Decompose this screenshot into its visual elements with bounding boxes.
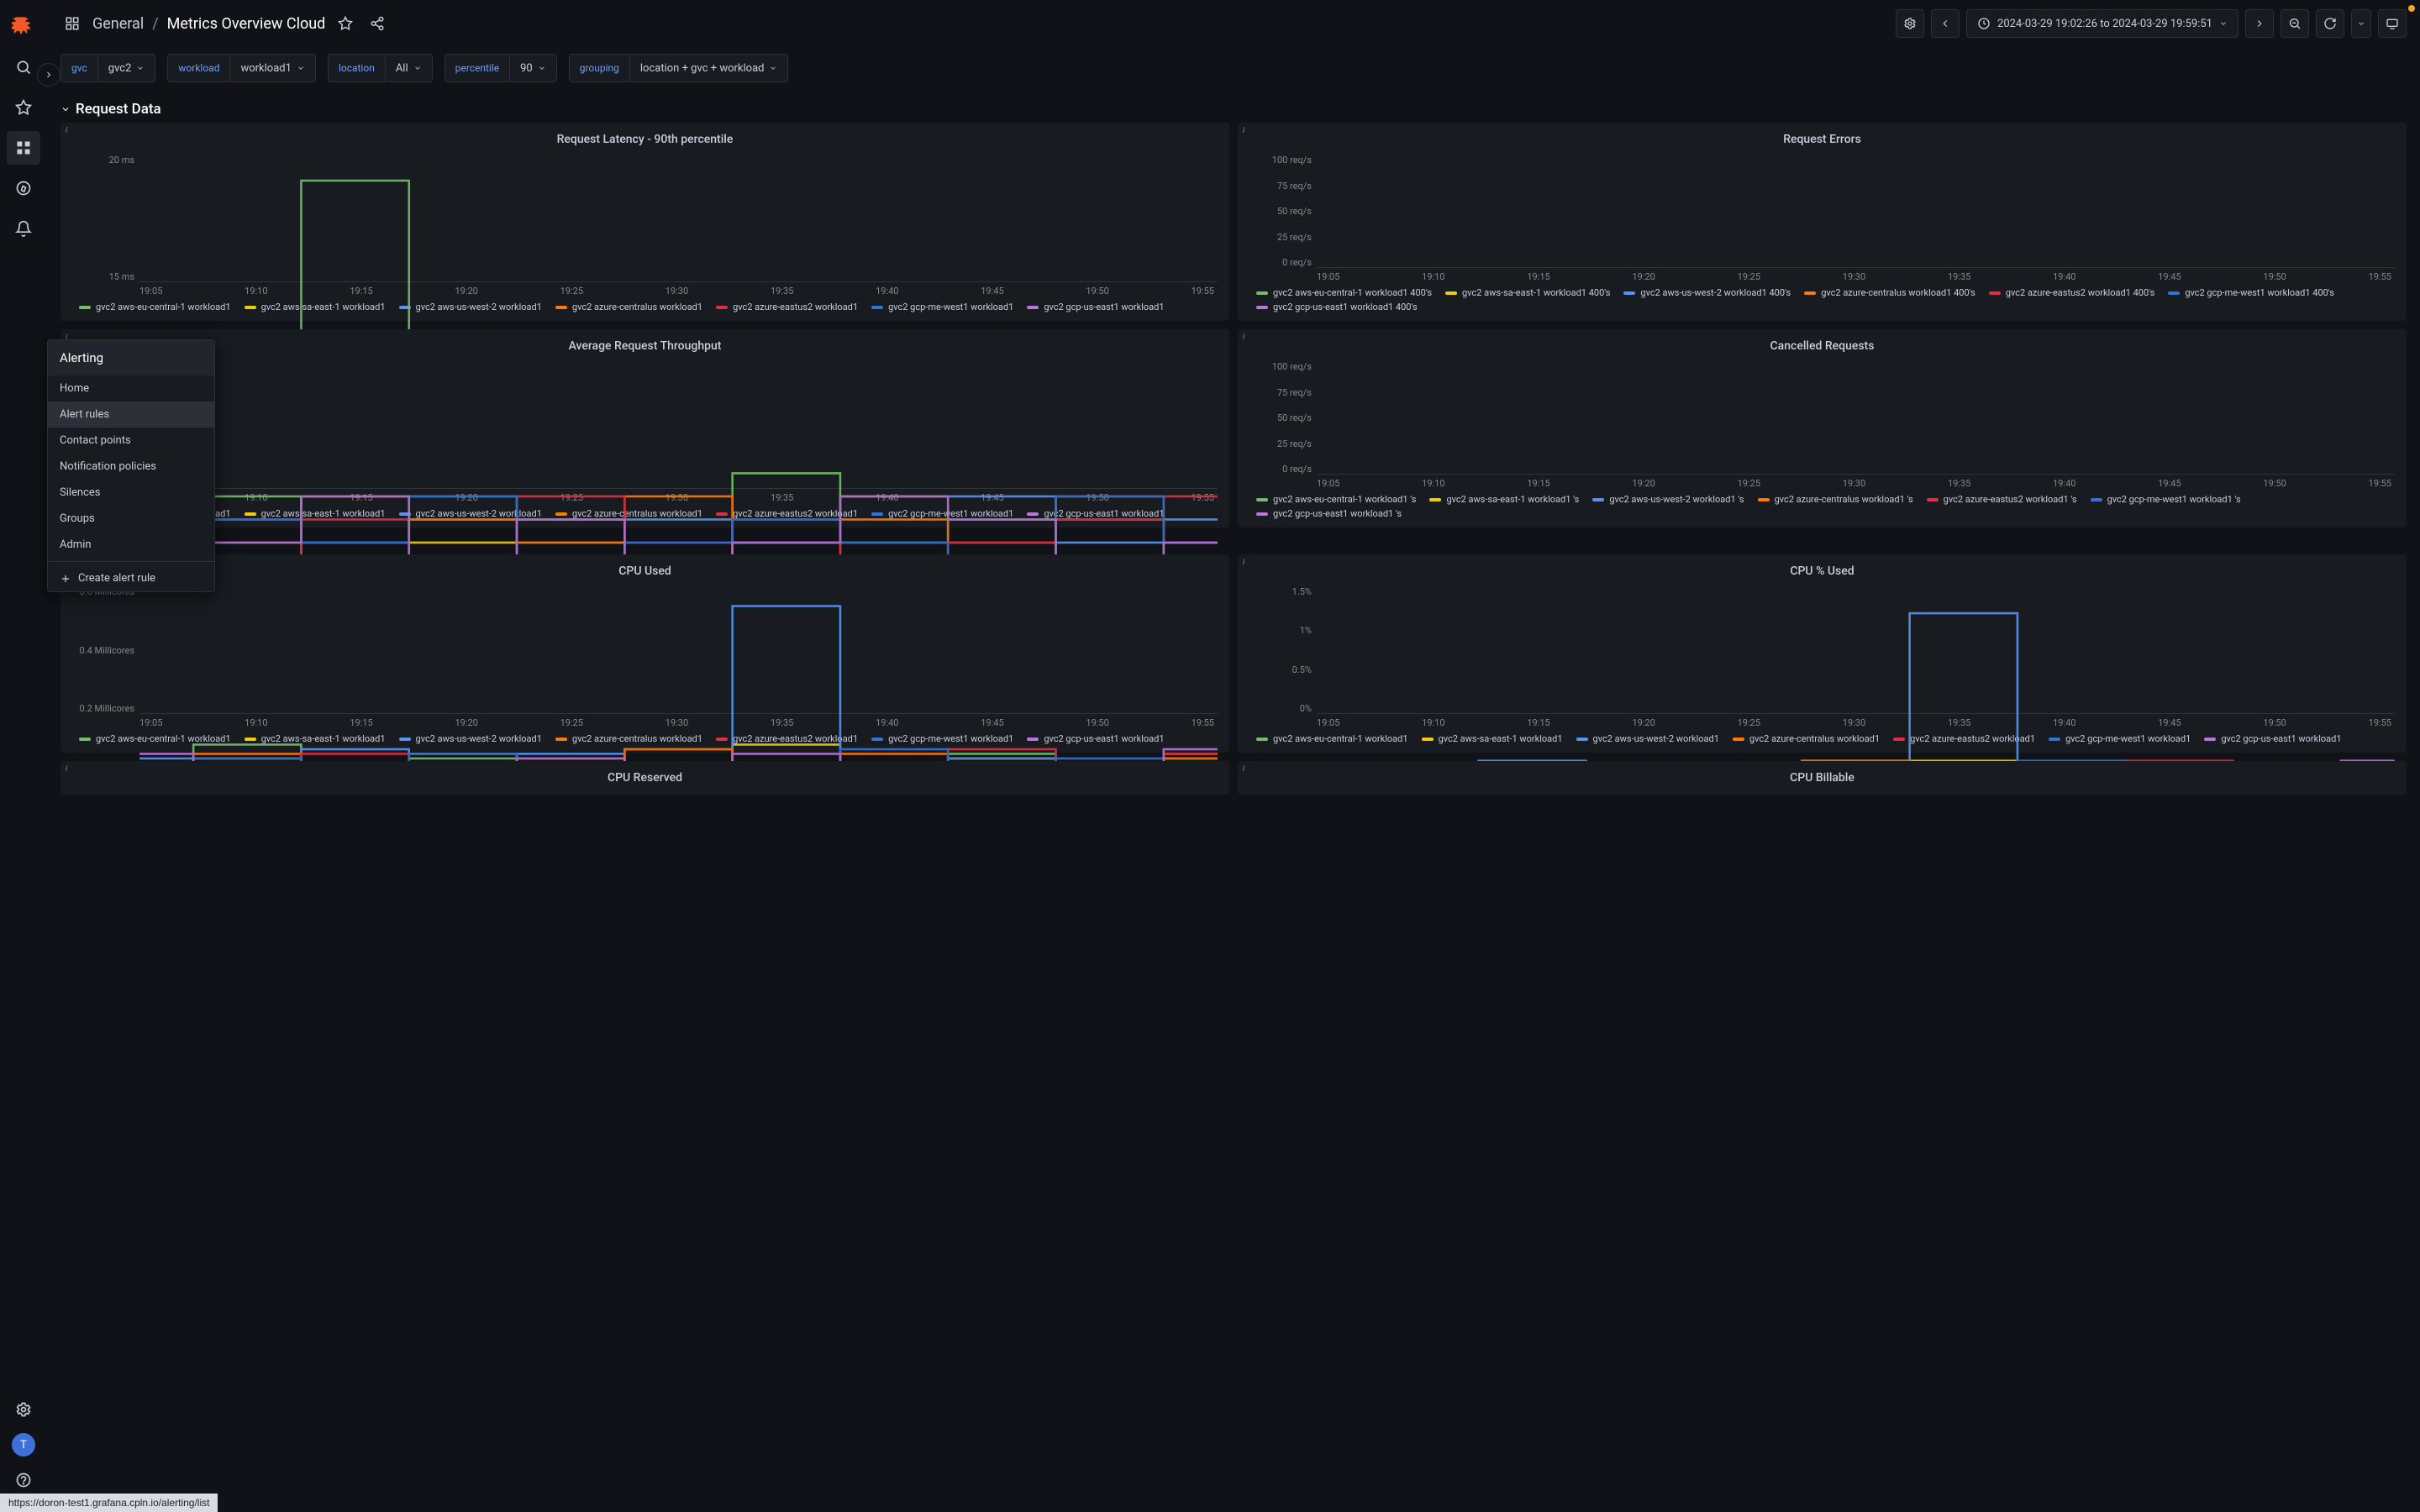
panel-errors[interactable]: i Request Errors100 req/s75 req/s50 req/s… [1238, 123, 2407, 321]
var-workload: workloadworkload1 [167, 54, 316, 82]
panel-title: CPU Reserved [72, 769, 1218, 790]
alerting-item-silences[interactable]: Silences [48, 480, 214, 506]
panel-title: Cancelled Requests [1249, 338, 2395, 358]
panel-cancelled[interactable]: i Cancelled Requests100 req/s75 req/s50 r… [1238, 329, 2407, 528]
tv-mode-button[interactable] [2378, 9, 2407, 38]
y-axis: 100 req/s75 req/s50 req/s25 req/s0 req/s [1249, 358, 1317, 475]
chart-plot[interactable] [1317, 151, 2395, 268]
chart-plot[interactable] [139, 583, 1218, 714]
y-axis: 1.5%1%0.5%0% [1249, 583, 1317, 714]
panel-info-icon[interactable]: i [66, 764, 67, 774]
topbar: General / Metrics Overview Cloud 2024-03… [47, 0, 2420, 47]
y-axis: 0.6 Millicores0.4 Millicores0.2 Millicor… [72, 583, 139, 714]
browser-status-bar: https://doron-test1.grafana.cpln.io/aler… [0, 1494, 218, 1512]
chevron-down-icon [60, 104, 71, 114]
panel-cpu-reserved[interactable]: i CPU Reserved [60, 761, 1229, 795]
panel-cpu-billable[interactable]: i CPU Billable [1238, 761, 2407, 795]
alerting-item-notification-policies[interactable]: Notification policies [48, 454, 214, 480]
alerting-item-alert-rules[interactable]: Alert rules [48, 402, 214, 428]
zoom-out-button[interactable] [2281, 9, 2309, 38]
settings-button[interactable] [1896, 9, 1924, 38]
chart-plot[interactable] [139, 151, 1218, 282]
nav-help[interactable] [7, 1463, 40, 1497]
alerting-create-rule[interactable]: Create alert rule [48, 565, 214, 591]
timerange-prev[interactable] [1931, 9, 1960, 38]
share-button[interactable] [366, 12, 389, 35]
panel-info-icon[interactable]: i [1243, 333, 1244, 342]
alerting-item-home[interactable]: Home [48, 375, 214, 402]
panel-title: Average Request Throughput [72, 338, 1218, 358]
clock-icon [1977, 17, 1991, 30]
breadcrumb-folder[interactable]: General [92, 15, 144, 33]
variables-row: gvcgvc2 workloadworkload1 locationAll pe… [47, 47, 2420, 89]
y-axis: 20 ms15 ms [72, 151, 139, 282]
panel-info-icon[interactable]: i [1243, 764, 1244, 774]
timerange-next[interactable] [2245, 9, 2274, 38]
alerting-flyout-header[interactable]: Alerting [48, 340, 214, 375]
panel-info-icon[interactable]: i [1243, 126, 1244, 135]
nav-explore[interactable] [7, 171, 40, 205]
breadcrumb-sep: / [152, 15, 158, 33]
panel-latency[interactable]: i Request Latency - 90th percentile20 ms1… [60, 123, 1229, 321]
nav-settings[interactable] [7, 1393, 40, 1426]
dashboard-body: Request Data i Request Latency - 90th per… [47, 89, 2420, 1512]
panel-title: CPU Billable [1249, 769, 2395, 790]
refresh-interval-dropdown[interactable] [2351, 9, 2371, 38]
nav-alerting[interactable] [7, 212, 40, 245]
panel-info-icon[interactable]: i [66, 126, 67, 135]
chart-plot[interactable] [1317, 583, 2395, 714]
row-request-data[interactable]: Request Data [60, 96, 2407, 123]
alerting-item-contact-points[interactable]: Contact points [48, 428, 214, 454]
plus-icon [60, 573, 71, 585]
timerange-text: 2024-03-29 19:02:26 to 2024-03-29 19:59:… [1997, 18, 2212, 30]
panel-title: CPU Used [72, 563, 1218, 583]
y-axis: 100 req/s75 req/s50 req/s25 req/s0 req/s [1249, 151, 1317, 268]
chart-plot[interactable] [1317, 358, 2395, 475]
dashboards-icon[interactable] [60, 12, 84, 35]
panel-cpu-pct[interactable]: iCPU % Used1.5%1%0.5%0%19:0519:1019:1519… [1238, 554, 2407, 753]
var-percentile: percentile90 [445, 54, 557, 82]
nav-dashboards[interactable] [7, 131, 40, 165]
alerting-item-groups[interactable]: Groups [48, 506, 214, 532]
var-gvc: gvcgvc2 [60, 54, 155, 82]
panel-throughput[interactable]: iAverage Request Throughput0.2 req/s19:0… [60, 329, 1229, 528]
breadcrumb-title[interactable]: Metrics Overview Cloud [167, 15, 326, 33]
panel-cpu-used[interactable]: iCPU Used0.6 Millicores0.4 Millicores0.2… [60, 554, 1229, 753]
nav-avatar[interactable]: T [12, 1433, 35, 1457]
refresh-button[interactable] [2316, 9, 2344, 38]
alerting-flyout: Alerting HomeAlert rulesContact pointsNo… [47, 339, 215, 592]
star-button[interactable] [334, 12, 357, 35]
var-grouping: groupinglocation + gvc + workload [569, 54, 789, 82]
var-location: locationAll [328, 54, 433, 82]
timerange-picker[interactable]: 2024-03-29 19:02:26 to 2024-03-29 19:59:… [1966, 9, 2238, 38]
grafana-logo[interactable] [7, 10, 40, 44]
nav-sidebar: T [0, 0, 47, 1512]
nav-search[interactable] [7, 50, 40, 84]
panel-info-icon[interactable]: i [1243, 558, 1244, 567]
nav-starred[interactable] [7, 91, 40, 124]
panel-title: Request Errors [1249, 131, 2395, 151]
notification-dot [2408, 5, 2415, 12]
panel-title: Request Latency - 90th percentile [72, 131, 1218, 151]
breadcrumb: General / Metrics Overview Cloud [92, 15, 325, 33]
chart-plot[interactable] [139, 358, 1218, 489]
chevron-down-icon [2219, 19, 2228, 28]
panel-title: CPU % Used [1249, 563, 2395, 583]
alerting-item-admin[interactable]: Admin [48, 532, 214, 558]
